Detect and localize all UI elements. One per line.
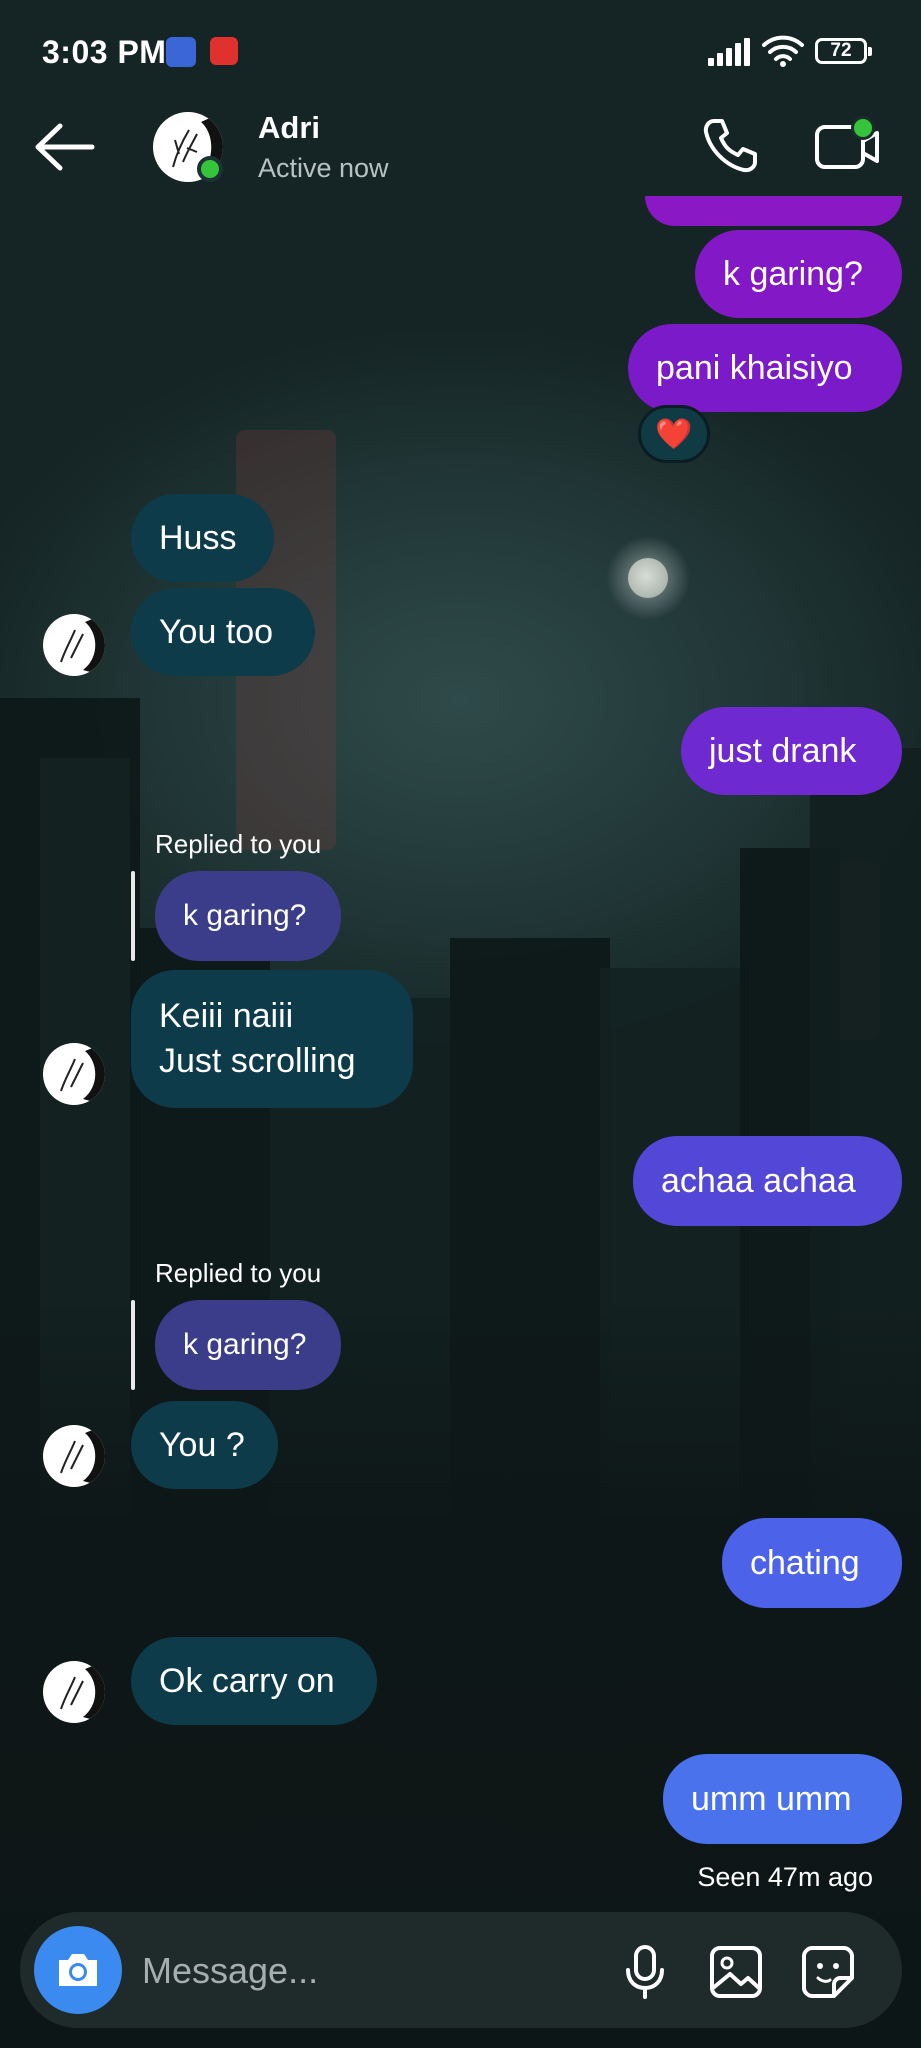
message-bubble-outgoing[interactable]: achaa achaa <box>633 1136 902 1226</box>
seen-status: Seen 47m ago <box>697 1862 873 1892</box>
app-notification-icon <box>166 37 196 67</box>
quoted-message[interactable]: k garing? <box>155 871 341 961</box>
signal-icon <box>708 38 752 66</box>
reply-label: Replied to you <box>155 829 322 859</box>
microphone-icon[interactable] <box>620 1944 670 2000</box>
contact-avatar[interactable] <box>43 1425 105 1487</box>
contact-avatar[interactable] <box>43 1043 105 1105</box>
message-bubble-outgoing[interactable] <box>645 196 902 226</box>
message-bubble-outgoing[interactable]: umm umm <box>663 1754 902 1844</box>
reply-bar <box>131 1300 135 1390</box>
active-indicator <box>851 116 875 140</box>
message-bubble-incoming[interactable]: Keiii naiii Just scrolling <box>131 970 413 1108</box>
battery-icon: 72 <box>815 38 872 64</box>
contact-name[interactable]: Adri <box>258 110 320 146</box>
message-bubble-outgoing[interactable]: pani khaisiyo <box>628 324 902 412</box>
moon-decoration <box>628 558 668 598</box>
message-bubble-outgoing[interactable]: k garing? <box>695 230 902 318</box>
contact-avatar[interactable] <box>43 614 105 676</box>
reply-label: Replied to you <box>155 1258 322 1288</box>
message-reaction[interactable]: ❤️ <box>638 405 710 463</box>
quoted-message[interactable]: k garing? <box>155 1300 341 1390</box>
back-arrow-icon[interactable] <box>30 120 100 174</box>
sticker-icon[interactable] <box>800 1944 856 2000</box>
message-bubble-incoming[interactable]: You ? <box>131 1401 278 1489</box>
contact-avatar[interactable] <box>43 1661 105 1723</box>
contact-status: Active now <box>258 153 389 183</box>
message-bubble-incoming[interactable]: You too <box>131 588 315 676</box>
status-time: 3:03 PM <box>42 34 167 70</box>
message-bubble-incoming[interactable]: Huss <box>131 494 274 582</box>
camera-icon <box>59 1954 97 1986</box>
camera-button[interactable] <box>34 1926 122 2014</box>
message-input[interactable] <box>140 1940 584 2002</box>
app-notification-icon <box>210 37 238 65</box>
online-indicator <box>197 156 223 182</box>
phone-call-icon[interactable] <box>700 115 760 175</box>
message-bubble-outgoing[interactable]: chating <box>722 1518 902 1608</box>
message-bubble-outgoing[interactable]: just drank <box>681 707 902 795</box>
heart-reaction-icon: ❤️ <box>655 417 693 451</box>
wifi-icon <box>762 35 804 67</box>
message-bubble-incoming[interactable]: Ok carry on <box>131 1637 377 1725</box>
reply-bar <box>131 871 135 961</box>
gallery-icon[interactable] <box>708 1944 764 2000</box>
status-bar: 3:03 PM 72 <box>0 0 921 100</box>
